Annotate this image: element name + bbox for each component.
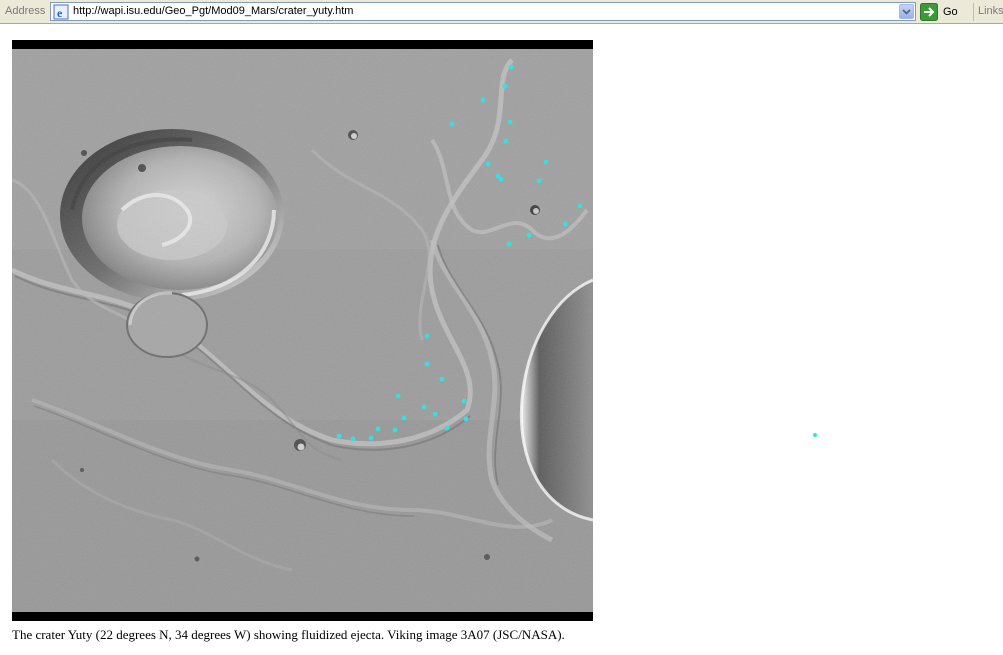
- toolbar-separator: [973, 3, 974, 21]
- marker-dot: [813, 433, 817, 437]
- go-label: Go: [943, 6, 958, 18]
- go-arrow-icon: [920, 3, 938, 21]
- address-bar: Address e http://wapi.isu.edu/Geo_Pgt/Mo…: [0, 0, 1003, 24]
- address-label: Address: [5, 5, 46, 17]
- url-field[interactable]: e http://wapi.isu.edu/Geo_Pgt/Mod09_Mars…: [50, 2, 916, 21]
- links-button[interactable]: Links: [978, 5, 1003, 17]
- image-caption: The crater Yuty (22 degrees N, 34 degree…: [12, 627, 565, 642]
- svg-text:e: e: [57, 6, 63, 20]
- crater-yuty-image: [12, 40, 593, 621]
- go-button[interactable]: Go: [920, 3, 970, 21]
- page-icon: e: [53, 4, 69, 20]
- chevron-down-icon[interactable]: [899, 4, 914, 19]
- url-text[interactable]: http://wapi.isu.edu/Geo_Pgt/Mod09_Mars/c…: [73, 5, 353, 17]
